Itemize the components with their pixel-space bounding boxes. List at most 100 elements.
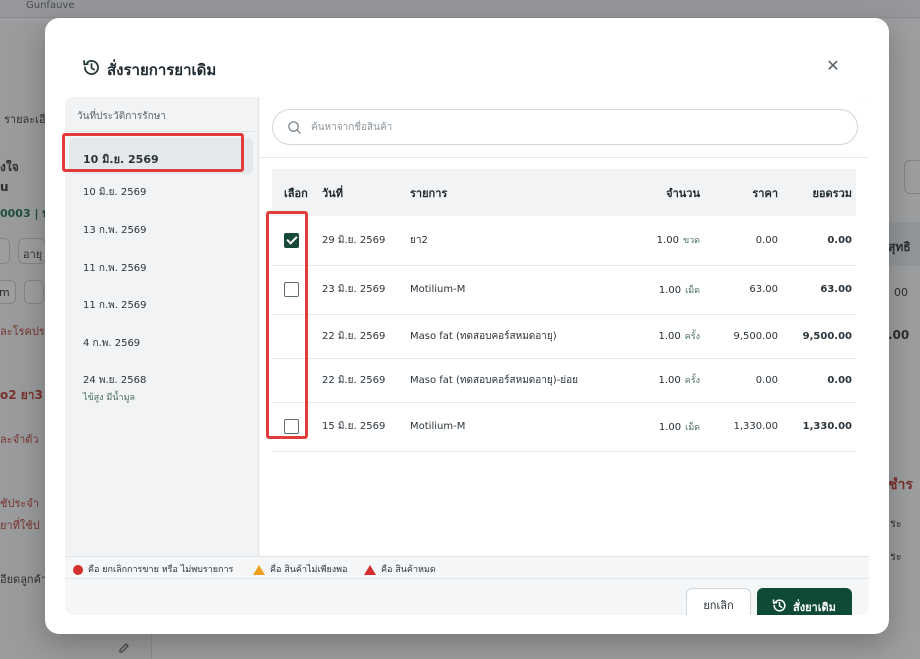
item-cell: Maso fat (ทดสอบคอร์สหมดอายุ)-ย่อย — [410, 358, 610, 403]
qty-unit: ครั้ง — [684, 376, 700, 386]
price-cell: 1,330.00 — [700, 402, 778, 452]
date-cell: 22 มิ.ย. 2569 — [322, 314, 410, 359]
price-cell: 0.00 — [700, 358, 778, 403]
item-cell: ยา2 — [410, 216, 610, 266]
cancel-button[interactable]: ยกเลิก — [686, 588, 751, 615]
history-date-label: 11 ก.พ. 2569 — [83, 300, 147, 311]
history-date-item[interactable]: 24 พ.ย. 2568 ไข้สูง มีน้ำมูล — [69, 361, 253, 411]
price-cell: 63.00 — [700, 265, 778, 315]
row-checkbox[interactable] — [284, 232, 299, 248]
total-cell: 63.00 — [778, 265, 856, 315]
column-header-date: วันที่ — [322, 169, 410, 216]
legend-item: คือ สินค้าหมด — [364, 562, 436, 576]
table-row: 15 มิ.ย. 2569 Motilium-M 1.00 เม็ด 1,330.… — [272, 402, 856, 452]
divider — [260, 157, 869, 158]
history-icon — [83, 60, 99, 75]
order-table: เลือก วันที่ รายการ จำนวน ราคา ยอดรวม 29… — [272, 169, 856, 452]
history-panel-title: วันที่ประวัติการรักษา — [77, 111, 166, 122]
column-header-price: ราคา — [700, 169, 778, 216]
modal-body: วันที่ประวัติการรักษา 10 มิ.ย. 2569 10 ม… — [65, 97, 869, 615]
qty-value: 1.00 — [658, 421, 682, 433]
history-date-item[interactable]: 4 ก.พ. 2569 — [69, 324, 253, 360]
search-box — [272, 109, 858, 145]
qty-cell: 1.00 ครั้ง — [610, 314, 700, 359]
close-icon[interactable]: ✕ — [825, 58, 841, 74]
total-cell: 9,500.00 — [778, 314, 856, 359]
column-header-total: ยอดรวม — [778, 169, 856, 216]
reorder-modal: สั่งรายการยาเดิม ✕ วันที่ประวัติการรักษา… — [45, 18, 889, 634]
qty-value: 1.00 — [656, 235, 679, 247]
modal-title: สั่งรายการยาเดิม — [107, 61, 217, 79]
qty-value: 1.00 — [658, 331, 681, 342]
item-cell: Maso fat (ทดสอบคอร์สหมดอายุ) — [410, 314, 610, 359]
legend-item: คือ สินค้าไม่เพียงพอ — [253, 562, 347, 576]
qty-unit: ขวด — [682, 236, 700, 247]
search-icon — [288, 121, 301, 134]
legend-item: คือ ยกเลิกการขาย หรือ ไม่พบรายการ — [73, 562, 233, 576]
qty-cell: 1.00 เม็ด — [610, 402, 700, 452]
item-cell: Motilium-M — [410, 402, 610, 452]
column-header-item: รายการ — [410, 169, 610, 216]
table-row: 23 มิ.ย. 2569 Motilium-M 1.00 เม็ด 63.00 … — [272, 265, 856, 315]
qty-unit: เม็ด — [685, 422, 700, 433]
history-date-panel: วันที่ประวัติการรักษา 10 มิ.ย. 2569 10 ม… — [65, 97, 259, 556]
date-cell: 29 มิ.ย. 2569 — [322, 216, 410, 266]
history-date-item[interactable]: 10 มิ.ย. 2569 — [69, 138, 253, 174]
history-icon — [772, 599, 786, 612]
qty-cell: 1.00 ครั้ง — [610, 358, 700, 403]
price-cell: 9,500.00 — [700, 314, 778, 359]
qty-value: 1.00 — [658, 284, 682, 296]
history-date-item[interactable]: 11 ก.พ. 2569 — [69, 286, 253, 322]
legend-text: คือ สินค้าหมด — [381, 565, 436, 575]
order-content: เลือก วันที่ รายการ จำนวน ราคา ยอดรวม 29… — [260, 97, 869, 556]
red-circle-icon — [73, 564, 83, 575]
orange-triangle-icon — [253, 564, 265, 575]
select-cell — [272, 314, 322, 359]
history-date-label: 13 ก.พ. 2569 — [83, 225, 147, 236]
red-triangle-icon — [364, 564, 376, 575]
history-date-label: 4 ก.พ. 2569 — [83, 338, 141, 349]
date-cell: 23 มิ.ย. 2569 — [322, 265, 410, 315]
legend-text: คือ ยกเลิกการขาย หรือ ไม่พบรายการ — [88, 565, 234, 575]
qty-value: 1.00 — [658, 375, 681, 386]
history-date-label: 24 พ.ย. 2568 — [83, 375, 147, 386]
column-header-select: เลือก — [272, 169, 322, 216]
history-date-label: 10 มิ.ย. 2569 — [83, 153, 159, 166]
search-input[interactable] — [311, 111, 841, 143]
history-date-item[interactable]: 10 มิ.ย. 2569 — [69, 173, 253, 209]
select-cell — [272, 358, 322, 403]
qty-unit: เม็ด — [685, 285, 700, 296]
date-cell: 22 มิ.ย. 2569 — [322, 358, 410, 403]
row-checkbox[interactable] — [284, 282, 299, 297]
qty-cell: 1.00 เม็ด — [610, 265, 700, 315]
date-cell: 15 มิ.ย. 2569 — [322, 402, 410, 452]
reorder-button-label: สั่งยาเดิม — [793, 601, 836, 614]
table-header-row: เลือก วันที่ รายการ จำนวน ราคา ยอดรวม — [272, 169, 856, 216]
price-cell: 0.00 — [700, 216, 778, 266]
table-row: 22 มิ.ย. 2569 Maso fat (ทดสอบคอร์สหมดอาย… — [272, 358, 856, 403]
history-date-label: 11 ก.พ. 2569 — [83, 263, 147, 274]
history-date-item[interactable]: 13 ก.พ. 2569 — [69, 211, 253, 247]
qty-unit: ครั้ง — [684, 332, 700, 342]
divider — [65, 131, 259, 132]
history-date-item[interactable]: 11 ก.พ. 2569 — [69, 249, 253, 285]
total-cell: 0.00 — [778, 358, 856, 403]
item-cell: Motilium-M — [410, 265, 610, 315]
qty-cell: 1.00 ขวด — [610, 216, 700, 266]
status-legend: คือ ยกเลิกการขาย หรือ ไม่พบรายการ คือ สิ… — [65, 556, 869, 578]
select-cell — [272, 402, 322, 452]
column-header-qty: จำนวน — [610, 169, 700, 216]
row-checkbox[interactable] — [284, 419, 299, 434]
select-cell — [272, 216, 322, 266]
divider — [65, 578, 869, 579]
history-date-label: 10 มิ.ย. 2569 — [83, 187, 147, 198]
reorder-button[interactable]: สั่งยาเดิม — [757, 588, 852, 615]
table-row: 29 มิ.ย. 2569 ยา2 1.00 ขวด 0.00 0.00 — [272, 216, 856, 266]
history-date-note: ไข้สูง มีน้ำมูล — [83, 393, 136, 403]
select-cell — [272, 265, 322, 315]
table-row: 22 มิ.ย. 2569 Maso fat (ทดสอบคอร์สหมดอาย… — [272, 314, 856, 359]
total-cell: 1,330.00 — [778, 402, 856, 452]
modal-header: สั่งรายการยาเดิม ✕ — [45, 18, 889, 96]
total-cell: 0.00 — [778, 216, 856, 266]
legend-text: คือ สินค้าไม่เพียงพอ — [270, 565, 348, 575]
